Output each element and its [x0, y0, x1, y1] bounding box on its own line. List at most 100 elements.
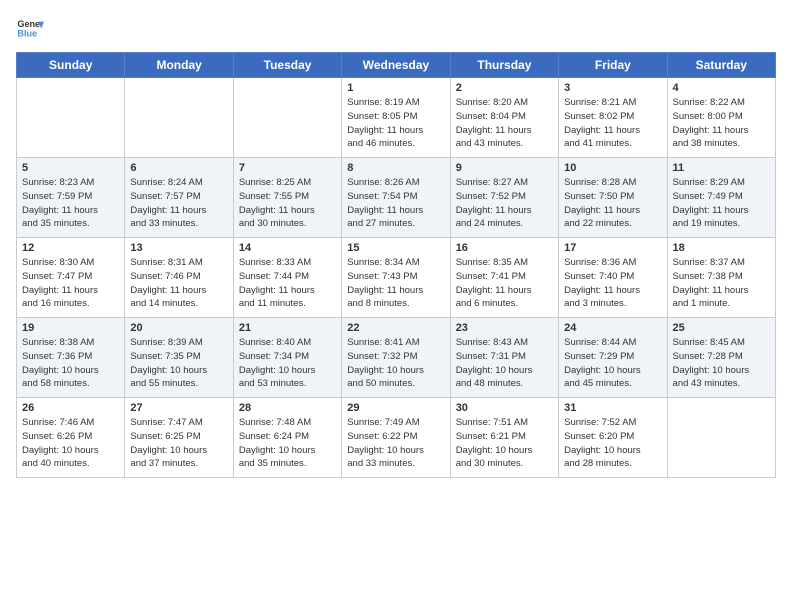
day-number: 26: [22, 402, 119, 414]
column-header-saturday: Saturday: [667, 53, 775, 78]
day-info: Sunrise: 7:46 AM Sunset: 6:26 PM Dayligh…: [22, 416, 119, 471]
day-info: Sunrise: 7:49 AM Sunset: 6:22 PM Dayligh…: [347, 416, 444, 471]
day-cell: 19 Sunrise: 8:38 AM Sunset: 7:36 PM Dayli…: [17, 318, 125, 398]
day-cell: 16 Sunrise: 8:35 AM Sunset: 7:41 PM Dayli…: [450, 238, 558, 318]
day-info: Sunrise: 8:26 AM Sunset: 7:54 PM Dayligh…: [347, 176, 444, 231]
day-cell: 11 Sunrise: 8:29 AM Sunset: 7:49 PM Dayli…: [667, 158, 775, 238]
day-number: 3: [564, 82, 661, 94]
day-number: 31: [564, 402, 661, 414]
day-info: Sunrise: 8:39 AM Sunset: 7:35 PM Dayligh…: [130, 336, 227, 391]
day-info: Sunrise: 8:22 AM Sunset: 8:00 PM Dayligh…: [673, 96, 770, 151]
day-cell: 10 Sunrise: 8:28 AM Sunset: 7:50 PM Dayli…: [559, 158, 667, 238]
day-info: Sunrise: 8:33 AM Sunset: 7:44 PM Dayligh…: [239, 256, 336, 311]
week-row-2: 5 Sunrise: 8:23 AM Sunset: 7:59 PM Daylig…: [17, 158, 776, 238]
day-number: 2: [456, 82, 553, 94]
day-cell: 15 Sunrise: 8:34 AM Sunset: 7:43 PM Dayli…: [342, 238, 450, 318]
day-number: 8: [347, 162, 444, 174]
day-info: Sunrise: 8:23 AM Sunset: 7:59 PM Dayligh…: [22, 176, 119, 231]
day-cell: 29 Sunrise: 7:49 AM Sunset: 6:22 PM Dayli…: [342, 398, 450, 478]
week-row-4: 19 Sunrise: 8:38 AM Sunset: 7:36 PM Dayli…: [17, 318, 776, 398]
day-number: 27: [130, 402, 227, 414]
day-cell: 30 Sunrise: 7:51 AM Sunset: 6:21 PM Dayli…: [450, 398, 558, 478]
day-number: 11: [673, 162, 770, 174]
day-cell: 21 Sunrise: 8:40 AM Sunset: 7:34 PM Dayli…: [233, 318, 341, 398]
day-cell: [125, 78, 233, 158]
day-cell: 18 Sunrise: 8:37 AM Sunset: 7:38 PM Dayli…: [667, 238, 775, 318]
day-cell: 31 Sunrise: 7:52 AM Sunset: 6:20 PM Dayli…: [559, 398, 667, 478]
day-info: Sunrise: 8:24 AM Sunset: 7:57 PM Dayligh…: [130, 176, 227, 231]
day-info: Sunrise: 7:48 AM Sunset: 6:24 PM Dayligh…: [239, 416, 336, 471]
svg-text:Blue: Blue: [17, 28, 37, 38]
day-info: Sunrise: 8:37 AM Sunset: 7:38 PM Dayligh…: [673, 256, 770, 311]
day-info: Sunrise: 8:27 AM Sunset: 7:52 PM Dayligh…: [456, 176, 553, 231]
day-number: 14: [239, 242, 336, 254]
day-info: Sunrise: 8:31 AM Sunset: 7:46 PM Dayligh…: [130, 256, 227, 311]
day-number: 21: [239, 322, 336, 334]
day-number: 25: [673, 322, 770, 334]
column-header-thursday: Thursday: [450, 53, 558, 78]
day-number: 30: [456, 402, 553, 414]
day-cell: 27 Sunrise: 7:47 AM Sunset: 6:25 PM Dayli…: [125, 398, 233, 478]
day-cell: 7Sunrise: 8:25 AM Sunset: 7:55 PM Daylig…: [233, 158, 341, 238]
day-info: Sunrise: 8:36 AM Sunset: 7:40 PM Dayligh…: [564, 256, 661, 311]
day-number: 18: [673, 242, 770, 254]
day-cell: 26 Sunrise: 7:46 AM Sunset: 6:26 PM Dayli…: [17, 398, 125, 478]
day-info: Sunrise: 8:28 AM Sunset: 7:50 PM Dayligh…: [564, 176, 661, 231]
day-number: 22: [347, 322, 444, 334]
day-info: Sunrise: 7:52 AM Sunset: 6:20 PM Dayligh…: [564, 416, 661, 471]
day-info: Sunrise: 8:21 AM Sunset: 8:02 PM Dayligh…: [564, 96, 661, 151]
day-cell: 20 Sunrise: 8:39 AM Sunset: 7:35 PM Dayli…: [125, 318, 233, 398]
day-info: Sunrise: 8:41 AM Sunset: 7:32 PM Dayligh…: [347, 336, 444, 391]
day-cell: 2 Sunrise: 8:20 AM Sunset: 8:04 PM Daylig…: [450, 78, 558, 158]
day-number: 19: [22, 322, 119, 334]
week-row-3: 12Sunrise: 8:30 AM Sunset: 7:47 PM Dayli…: [17, 238, 776, 318]
column-header-wednesday: Wednesday: [342, 53, 450, 78]
day-cell: [667, 398, 775, 478]
day-info: Sunrise: 8:20 AM Sunset: 8:04 PM Dayligh…: [456, 96, 553, 151]
day-cell: 9 Sunrise: 8:27 AM Sunset: 7:52 PM Daylig…: [450, 158, 558, 238]
week-row-5: 26 Sunrise: 7:46 AM Sunset: 6:26 PM Dayli…: [17, 398, 776, 478]
day-info: Sunrise: 8:25 AM Sunset: 7:55 PM Dayligh…: [239, 176, 336, 231]
day-number: 15: [347, 242, 444, 254]
day-number: 17: [564, 242, 661, 254]
day-number: 5: [22, 162, 119, 174]
day-number: 16: [456, 242, 553, 254]
day-info: Sunrise: 8:43 AM Sunset: 7:31 PM Dayligh…: [456, 336, 553, 391]
column-header-monday: Monday: [125, 53, 233, 78]
day-info: Sunrise: 8:40 AM Sunset: 7:34 PM Dayligh…: [239, 336, 336, 391]
day-number: 23: [456, 322, 553, 334]
day-number: 20: [130, 322, 227, 334]
day-info: Sunrise: 7:47 AM Sunset: 6:25 PM Dayligh…: [130, 416, 227, 471]
day-info: Sunrise: 8:38 AM Sunset: 7:36 PM Dayligh…: [22, 336, 119, 391]
day-number: 4: [673, 82, 770, 94]
day-cell: 5 Sunrise: 8:23 AM Sunset: 7:59 PM Daylig…: [17, 158, 125, 238]
column-header-friday: Friday: [559, 53, 667, 78]
day-number: 1: [347, 82, 444, 94]
day-cell: 6Sunrise: 8:24 AM Sunset: 7:57 PM Daylig…: [125, 158, 233, 238]
day-cell: 4 Sunrise: 8:22 AM Sunset: 8:00 PM Daylig…: [667, 78, 775, 158]
column-header-sunday: Sunday: [17, 53, 125, 78]
day-cell: 23 Sunrise: 8:43 AM Sunset: 7:31 PM Dayli…: [450, 318, 558, 398]
day-cell: 12Sunrise: 8:30 AM Sunset: 7:47 PM Dayli…: [17, 238, 125, 318]
day-info: Sunrise: 8:29 AM Sunset: 7:49 PM Dayligh…: [673, 176, 770, 231]
days-header-row: SundayMondayTuesdayWednesdayThursdayFrid…: [17, 53, 776, 78]
day-cell: 13Sunrise: 8:31 AM Sunset: 7:46 PM Dayli…: [125, 238, 233, 318]
day-info: Sunrise: 7:51 AM Sunset: 6:21 PM Dayligh…: [456, 416, 553, 471]
header: General Blue: [16, 16, 776, 44]
day-number: 10: [564, 162, 661, 174]
day-cell: 8 Sunrise: 8:26 AM Sunset: 7:54 PM Daylig…: [342, 158, 450, 238]
day-info: Sunrise: 8:34 AM Sunset: 7:43 PM Dayligh…: [347, 256, 444, 311]
day-number: 29: [347, 402, 444, 414]
day-cell: 24Sunrise: 8:44 AM Sunset: 7:29 PM Dayli…: [559, 318, 667, 398]
day-info: Sunrise: 8:45 AM Sunset: 7:28 PM Dayligh…: [673, 336, 770, 391]
day-cell: 28 Sunrise: 7:48 AM Sunset: 6:24 PM Dayli…: [233, 398, 341, 478]
day-cell: 14 Sunrise: 8:33 AM Sunset: 7:44 PM Dayli…: [233, 238, 341, 318]
day-cell: 3 Sunrise: 8:21 AM Sunset: 8:02 PM Daylig…: [559, 78, 667, 158]
day-info: Sunrise: 8:19 AM Sunset: 8:05 PM Dayligh…: [347, 96, 444, 151]
day-number: 28: [239, 402, 336, 414]
day-cell: [233, 78, 341, 158]
day-info: Sunrise: 8:35 AM Sunset: 7:41 PM Dayligh…: [456, 256, 553, 311]
calendar: SundayMondayTuesdayWednesdayThursdayFrid…: [16, 52, 776, 478]
day-number: 9: [456, 162, 553, 174]
day-cell: [17, 78, 125, 158]
